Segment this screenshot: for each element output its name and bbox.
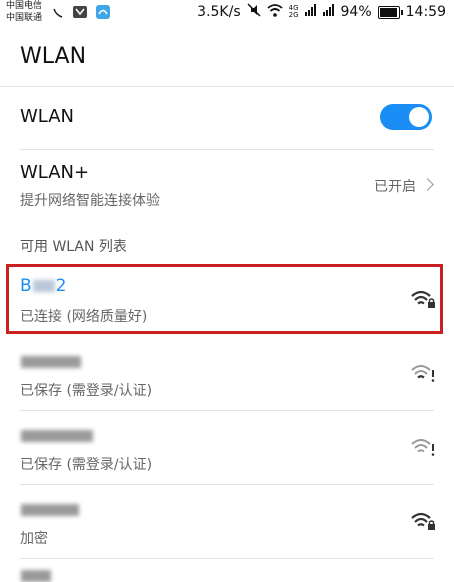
switch-knob	[409, 107, 429, 127]
signal-icon-2	[322, 4, 335, 20]
clock: 14:59	[405, 4, 446, 20]
obscured-text	[21, 430, 93, 442]
network-status: 已保存 (需登录/认证)	[20, 457, 153, 473]
network-speed: 3.5K/s	[197, 4, 241, 20]
wifi-lock-icon	[411, 512, 435, 530]
signal-icon-1	[304, 4, 317, 20]
messaging-icon	[96, 4, 110, 23]
network-item[interactable]	[0, 562, 454, 582]
obscured-text	[21, 356, 81, 368]
obscured-text	[21, 570, 51, 582]
wlan-plus-row[interactable]: WLAN+ 提升网络智能连接体验 已开启	[0, 150, 454, 220]
wlan-toggle-row[interactable]: WLAN	[0, 87, 454, 149]
row-divider	[20, 410, 434, 411]
app-notification-icon	[72, 4, 88, 23]
battery-icon	[377, 5, 403, 19]
carrier-1: 中国电信	[6, 1, 43, 11]
carrier-2: 中国联通	[6, 13, 43, 23]
wlan-plus-status: 已开启	[374, 179, 416, 195]
status-right: 3.5K/s 4G 2G 94% 14:59	[197, 3, 446, 21]
wifi-status-icon	[267, 3, 283, 21]
network-item[interactable]: 已保存 (需登录/认证)	[0, 414, 454, 484]
network-status: 加密	[20, 531, 48, 547]
network-item[interactable]: 加密	[0, 488, 454, 558]
row-divider	[20, 558, 434, 559]
network-type-label: 4G 2G	[288, 4, 299, 19]
network-item[interactable]: 已保存 (需登录/认证)	[0, 340, 454, 410]
carrier-labels: 中国电信 中国联通	[6, 0, 42, 24]
obscured-text	[21, 504, 79, 516]
page-title: WLAN	[20, 44, 87, 69]
wlan-plus-description: 提升网络智能连接体验	[20, 193, 160, 209]
wlan-toggle-label: WLAN	[20, 106, 75, 127]
network-status: 已保存 (需登录/认证)	[20, 383, 153, 399]
notification-icons	[52, 4, 110, 23]
wifi-auth-icon	[411, 439, 435, 456]
mute-icon	[247, 3, 261, 21]
available-networks-header: 可用 WLAN 列表	[20, 239, 127, 255]
chevron-right-icon	[421, 178, 434, 191]
network-name	[20, 352, 82, 372]
wlan-plus-label: WLAN+	[20, 162, 90, 183]
network-name	[20, 500, 80, 520]
wifi-auth-icon	[411, 365, 435, 382]
hd-call-icon	[52, 4, 64, 23]
status-bar: 中国电信 中国联通 3.5K/s 4G 2G 94% 14:59	[0, 0, 454, 28]
network-name	[20, 426, 94, 446]
highlight-box	[6, 264, 443, 334]
wlan-switch[interactable]	[380, 104, 432, 130]
battery-percent: 94%	[340, 4, 372, 20]
row-divider	[20, 484, 434, 485]
